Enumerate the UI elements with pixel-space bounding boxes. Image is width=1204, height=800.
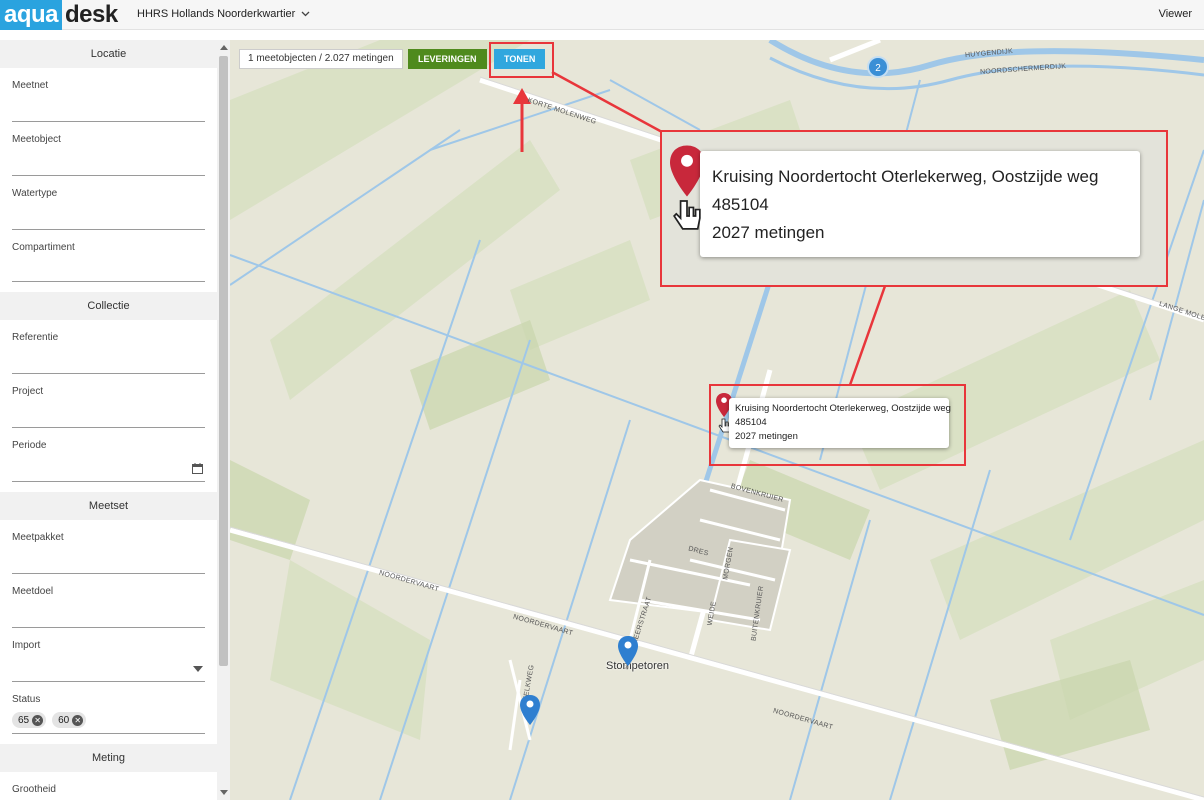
popup-code: 485104	[712, 195, 769, 214]
top-bar: aqua desk HHRS Hollands Noorderkwartier …	[0, 0, 1204, 30]
marker-cluster[interactable]: 2	[867, 56, 889, 78]
meetobject-field[interactable]: Meetobject	[0, 122, 217, 176]
status-field[interactable]: Status 65 ✕ 60 ✕	[0, 682, 217, 734]
scroll-thumb[interactable]	[219, 56, 228, 666]
section-collectie: Collectie	[0, 292, 217, 320]
referentie-field[interactable]: Referentie	[0, 320, 217, 374]
popup-count: 2027 metingen	[735, 431, 798, 442]
meetpakket-field[interactable]: Meetpakket	[0, 520, 217, 574]
field-label: Watertype	[12, 188, 58, 199]
field-label: Meetobject	[12, 134, 61, 145]
chip-label: 65	[18, 714, 30, 726]
map-marker-icon	[670, 145, 704, 197]
compartiment-field[interactable]: Compartiment	[0, 230, 217, 282]
field-label: Import	[12, 640, 41, 651]
field-label: Meetdoel	[12, 586, 54, 597]
tonen-highlight	[489, 42, 554, 78]
popup-title: Kruising Noordertocht Oterlekerweg, Oost…	[735, 403, 951, 414]
sidebar-scrollbar[interactable]	[217, 40, 230, 800]
watertype-field[interactable]: Watertype	[0, 176, 217, 230]
chevron-down-icon	[301, 11, 310, 17]
logo-desk: desk	[65, 1, 118, 28]
remove-chip-icon[interactable]: ✕	[72, 714, 84, 726]
popup-count: 2027 metingen	[712, 223, 825, 242]
field-label: Project	[12, 386, 44, 397]
section-locatie: Locatie	[0, 40, 217, 68]
map-marker-icon[interactable]	[618, 636, 638, 666]
calendar-icon[interactable]	[192, 463, 203, 474]
logo-aqua: aqua	[0, 0, 63, 30]
map-marker-icon[interactable]	[520, 695, 540, 725]
remove-chip-icon[interactable]: ✕	[32, 714, 44, 726]
popup-title: Kruising Noordertocht Oterlekerweg, Oost…	[712, 167, 1099, 186]
section-meting: Meting	[0, 744, 217, 772]
grootheid-field[interactable]: Grootheid	[0, 772, 217, 800]
map-view[interactable]: KORTE MOLENWEG HUYGENDIJK NOORDSCHERMERD…	[230, 40, 1204, 800]
field-label: Meetpakket	[12, 532, 64, 543]
field-label: Referentie	[12, 332, 59, 343]
project-field[interactable]: Project	[0, 374, 217, 428]
scroll-down-icon[interactable]	[220, 790, 228, 795]
filter-sidebar: Locatie Meetnet Meetobject Watertype Com…	[0, 40, 217, 800]
field-label: Grootheid	[12, 784, 56, 795]
zoomed-location-popup: Kruising Noordertocht Oterlekerweg, Oost…	[700, 151, 1140, 257]
object-count-summary: 1 meetobjecten / 2.027 metingen	[239, 49, 403, 69]
user-role[interactable]: Viewer	[1159, 8, 1192, 20]
hand-cursor-icon	[673, 200, 701, 230]
popup-code: 485104	[735, 417, 767, 428]
section-meetset: Meetset	[0, 492, 217, 520]
periode-field[interactable]: Periode	[0, 428, 217, 482]
field-label: Periode	[12, 440, 47, 451]
status-chip[interactable]: 60 ✕	[52, 712, 87, 728]
organization-label: HHRS Hollands Noorderkwartier	[137, 8, 296, 20]
meetdoel-field[interactable]: Meetdoel	[0, 574, 217, 628]
organization-selector[interactable]: HHRS Hollands Noorderkwartier	[137, 8, 310, 20]
small-location-popup: Kruising Noordertocht Oterlekerweg, Oost…	[729, 398, 951, 448]
import-select[interactable]: Import	[0, 628, 217, 682]
dropdown-arrow-icon[interactable]	[193, 666, 203, 672]
aquadesk-logo[interactable]: aqua desk	[0, 0, 118, 30]
field-label: Status	[12, 694, 41, 705]
meetnet-field[interactable]: Meetnet	[0, 68, 217, 122]
status-chips: 65 ✕ 60 ✕	[12, 712, 92, 728]
field-label: Compartiment	[12, 242, 75, 253]
status-chip[interactable]: 65 ✕	[12, 712, 47, 728]
chip-label: 60	[58, 714, 70, 726]
field-label: Meetnet	[12, 80, 49, 91]
leveringen-button[interactable]: LEVERINGEN	[408, 49, 487, 69]
scroll-up-icon[interactable]	[220, 45, 228, 50]
